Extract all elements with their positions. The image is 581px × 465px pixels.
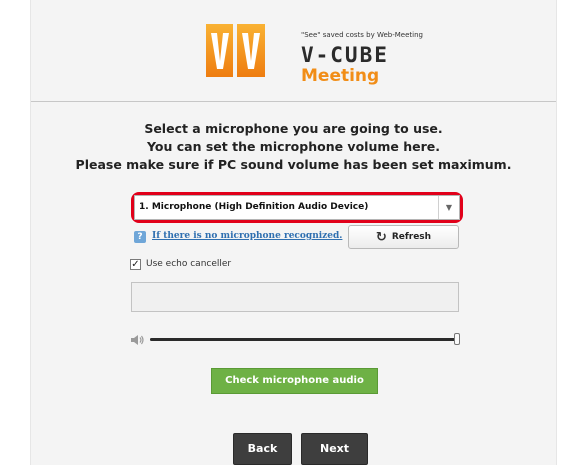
brand-name: V-CUBE [301, 43, 389, 67]
instruction-line-2: You can set the microphone volume here. [147, 139, 440, 154]
refresh-button-label: Refresh [391, 232, 432, 242]
microphone-select[interactable]: 1. Microphone (High Definition Audio Dev… [134, 195, 460, 220]
back-button[interactable]: Back [233, 433, 292, 465]
instructions: Select a microphone you are going to use… [31, 120, 556, 174]
volume-slider-thumb[interactable] [454, 333, 460, 345]
no-microphone-help-link[interactable]: If there is no microphone recognized. [152, 231, 342, 241]
volume-slider-fill [150, 338, 458, 341]
vv-logo-icon [206, 24, 265, 77]
check-microphone-audio-button[interactable]: Check microphone audio [211, 368, 378, 394]
echo-canceller-checkbox[interactable]: ✓ [130, 259, 141, 270]
next-button[interactable]: Next [301, 433, 368, 465]
dropdown-arrow-icon: ▼ [438, 196, 459, 219]
help-icon: ? [134, 231, 146, 243]
header-divider [31, 101, 556, 102]
refresh-icon: ↻ [375, 229, 387, 245]
tagline: "See" saved costs by Web-Meeting [301, 31, 423, 39]
refresh-button[interactable]: ↻ Refresh [348, 225, 459, 249]
instruction-line-1: Select a microphone you are going to use… [144, 121, 443, 136]
microphone-level-meter [131, 282, 459, 312]
speaker-icon [131, 335, 144, 345]
microphone-select-value: 1. Microphone (High Definition Audio Dev… [139, 202, 369, 212]
brand-subname: Meeting [301, 66, 380, 86]
echo-canceller-label: Use echo canceller [146, 259, 232, 269]
instruction-line-3: Please make sure if PC sound volume has … [75, 157, 512, 172]
